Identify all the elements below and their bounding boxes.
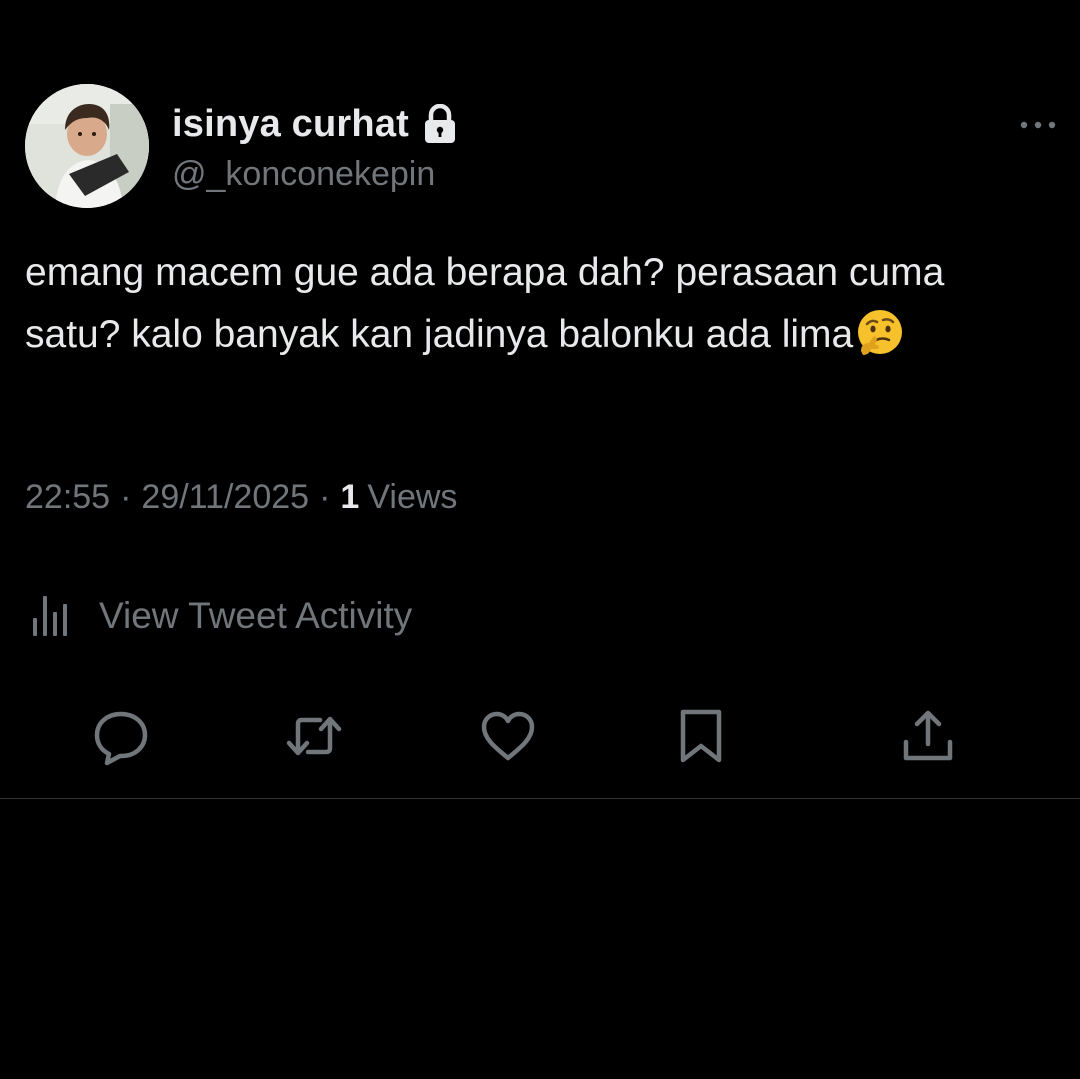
tweet-action-bar bbox=[0, 700, 1080, 772]
like-button[interactable] bbox=[472, 700, 544, 772]
lock-icon bbox=[423, 103, 457, 144]
avatar[interactable] bbox=[25, 84, 149, 208]
more-options-icon[interactable] bbox=[1018, 115, 1058, 135]
bookmark-button[interactable] bbox=[665, 700, 737, 772]
tweet-body: emang macem gue ada berapa dah? perasaan… bbox=[25, 251, 945, 356]
retweet-button[interactable] bbox=[278, 700, 350, 772]
display-name[interactable]: isinya curhat bbox=[172, 103, 409, 146]
bar-chart-icon bbox=[25, 590, 77, 642]
tweet-meta: 22:55 · 29/11/2025 · 1 Views bbox=[25, 478, 457, 517]
view-tweet-activity-link[interactable]: View Tweet Activity bbox=[25, 590, 412, 642]
meta-separator: · bbox=[120, 478, 132, 516]
divider bbox=[0, 798, 1080, 799]
avatar-photo bbox=[25, 84, 149, 208]
bookmark-icon bbox=[680, 709, 722, 763]
handle[interactable]: @_konconekepin bbox=[172, 155, 435, 194]
upload-share-icon bbox=[903, 710, 953, 761]
speech-bubble-icon bbox=[94, 711, 148, 766]
display-name-row[interactable]: isinya curhat bbox=[172, 100, 457, 148]
share-button[interactable] bbox=[892, 700, 964, 772]
views-label: Views bbox=[367, 478, 458, 516]
reply-button[interactable] bbox=[85, 700, 157, 772]
views-count: 1 bbox=[340, 478, 360, 516]
meta-separator: · bbox=[319, 478, 331, 516]
heart-icon bbox=[481, 711, 535, 761]
thinking-face-emoji bbox=[855, 307, 905, 357]
tweet-text: emang macem gue ada berapa dah? perasaan… bbox=[25, 242, 1045, 366]
tweet-time: 22:55 bbox=[25, 478, 111, 516]
view-tweet-activity-label: View Tweet Activity bbox=[99, 595, 413, 636]
tweet-date: 29/11/2025 bbox=[141, 478, 310, 516]
retweet-arrows-icon bbox=[286, 716, 342, 756]
